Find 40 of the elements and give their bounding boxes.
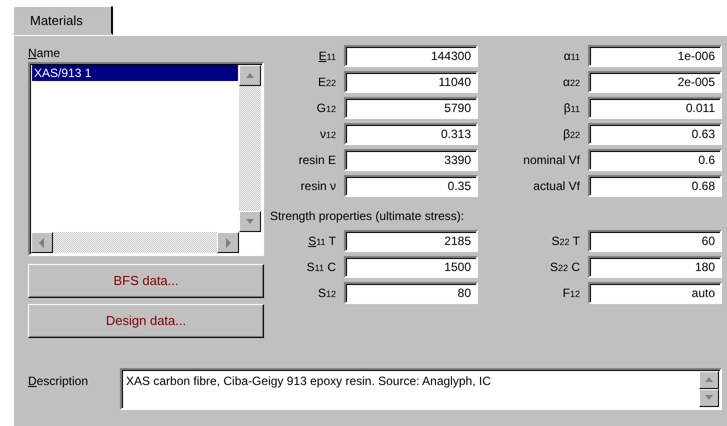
- input-field[interactable]: 60: [588, 230, 722, 252]
- input-field[interactable]: 144300: [344, 45, 478, 67]
- input-field[interactable]: 180: [588, 256, 722, 278]
- field-label: nominal Vf: [522, 152, 580, 169]
- scroll-down-button[interactable]: [699, 389, 719, 407]
- vertical-scrollbar[interactable]: [699, 371, 719, 407]
- scroll-left-button[interactable]: [31, 232, 53, 253]
- scroll-down-button[interactable]: [239, 211, 261, 232]
- description-label: Description: [28, 373, 90, 390]
- horizontal-scrollbar[interactable]: [31, 232, 239, 253]
- input-field[interactable]: 2e-005: [588, 71, 722, 93]
- section-heading: Strength properties (ultimate stress):: [270, 208, 466, 225]
- input-field[interactable]: 0.35: [344, 175, 478, 197]
- input-field[interactable]: 0.68: [588, 175, 722, 197]
- description-field[interactable]: XAS carbon fibre, Ciba-Geigy 913 epoxy resin. Source: Anaglyph, IC: [120, 368, 722, 410]
- name-listbox[interactable]: XAS/913 1: [28, 62, 264, 256]
- vertical-scrollbar[interactable]: [239, 65, 261, 232]
- input-field[interactable]: 80: [344, 282, 478, 304]
- scroll-up-button[interactable]: [239, 65, 261, 86]
- field-label: resin E: [298, 152, 336, 169]
- input-field[interactable]: auto: [588, 282, 722, 304]
- field-label: resin ν: [300, 178, 336, 195]
- data-button[interactable]: Design data...: [28, 304, 264, 338]
- input-field[interactable]: 5790: [344, 97, 478, 119]
- data-button[interactable]: BFS data...: [28, 264, 264, 298]
- scroll-right-button[interactable]: [217, 232, 239, 253]
- scroll-up-button[interactable]: [699, 371, 719, 389]
- input-field[interactable]: 0.6: [588, 149, 722, 171]
- input-field[interactable]: 0.313: [344, 123, 478, 145]
- name-label: Name: [28, 45, 62, 60]
- field-label: actual Vf: [532, 178, 580, 195]
- tab[interactable]: Materials: [12, 5, 113, 35]
- input-field[interactable]: 0.63: [588, 123, 722, 145]
- input-field[interactable]: 2185: [344, 230, 478, 252]
- input-field[interactable]: 1e-006: [588, 45, 722, 67]
- input-field[interactable]: 3390: [344, 149, 478, 171]
- input-field[interactable]: 1500: [344, 256, 478, 278]
- list-item[interactable]: XAS/913 1: [32, 65, 238, 81]
- input-field[interactable]: 11040: [344, 71, 478, 93]
- input-field[interactable]: 0.011: [588, 97, 722, 119]
